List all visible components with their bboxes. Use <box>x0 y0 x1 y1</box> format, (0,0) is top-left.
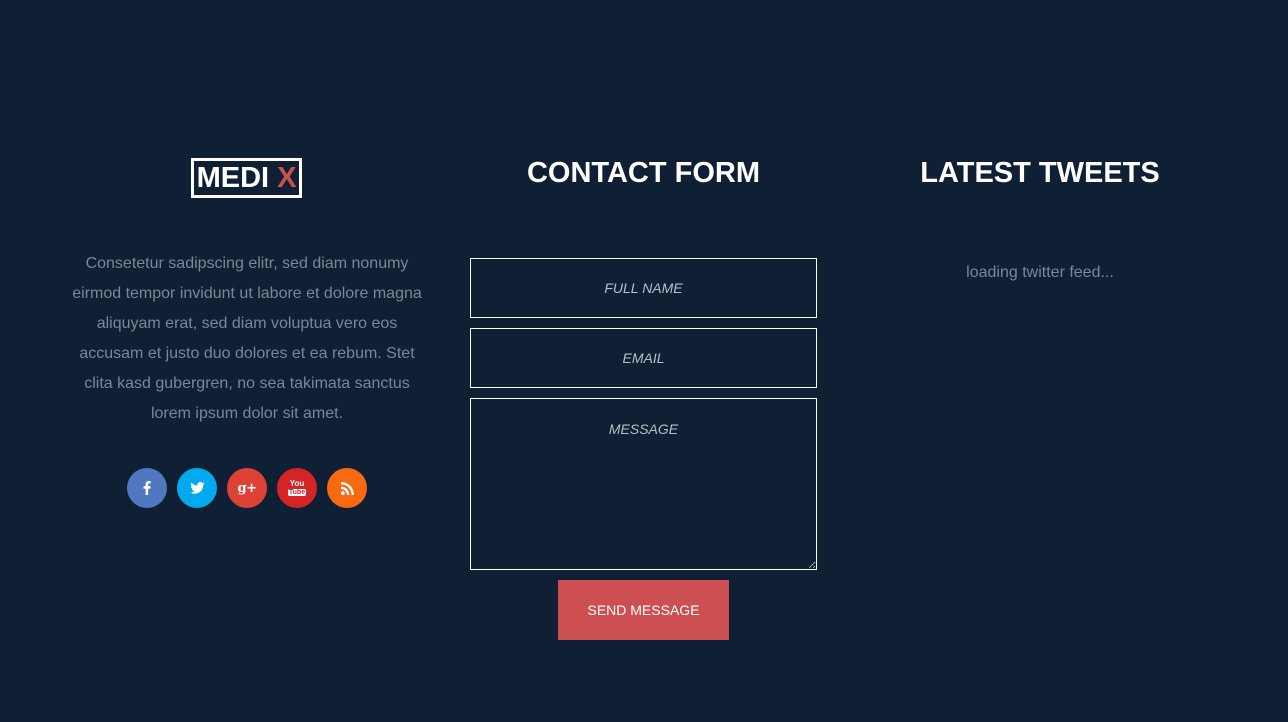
logo-accent-text: X <box>277 161 297 194</box>
twitter-feed-status: loading twitter feed... <box>966 264 1114 281</box>
message-textarea[interactable] <box>470 398 817 570</box>
youtube-icon-top: You <box>289 479 305 488</box>
send-message-button[interactable]: SEND MESSAGE <box>558 580 729 640</box>
social-links: g+ You Tube <box>127 468 367 508</box>
full-name-input[interactable] <box>470 258 817 318</box>
google-plus-link[interactable]: g+ <box>227 468 267 508</box>
twitter-icon <box>189 482 205 494</box>
facebook-link[interactable] <box>127 468 167 508</box>
logo[interactable]: MEDI X <box>191 158 302 198</box>
rss-link[interactable] <box>327 468 367 508</box>
logo-text: MEDI <box>196 161 270 194</box>
about-text: Consetetur sadipscing elitr, sed diam no… <box>72 255 422 422</box>
rss-icon <box>340 481 354 495</box>
email-input[interactable] <box>470 328 817 388</box>
contact-form-heading: CONTACT FORM <box>526 157 761 189</box>
youtube-link[interactable]: You Tube <box>277 468 317 508</box>
youtube-icon-bottom: Tube <box>287 489 307 496</box>
footer: MEDI X Consetetur sadipscing elitr, sed d… <box>0 0 1288 722</box>
twitter-link[interactable] <box>177 468 217 508</box>
latest-tweets-heading: LATEST TWEETS <box>920 157 1160 189</box>
facebook-icon <box>143 481 151 495</box>
google-plus-icon: g+ <box>237 480 257 496</box>
youtube-icon: You Tube <box>287 479 307 496</box>
